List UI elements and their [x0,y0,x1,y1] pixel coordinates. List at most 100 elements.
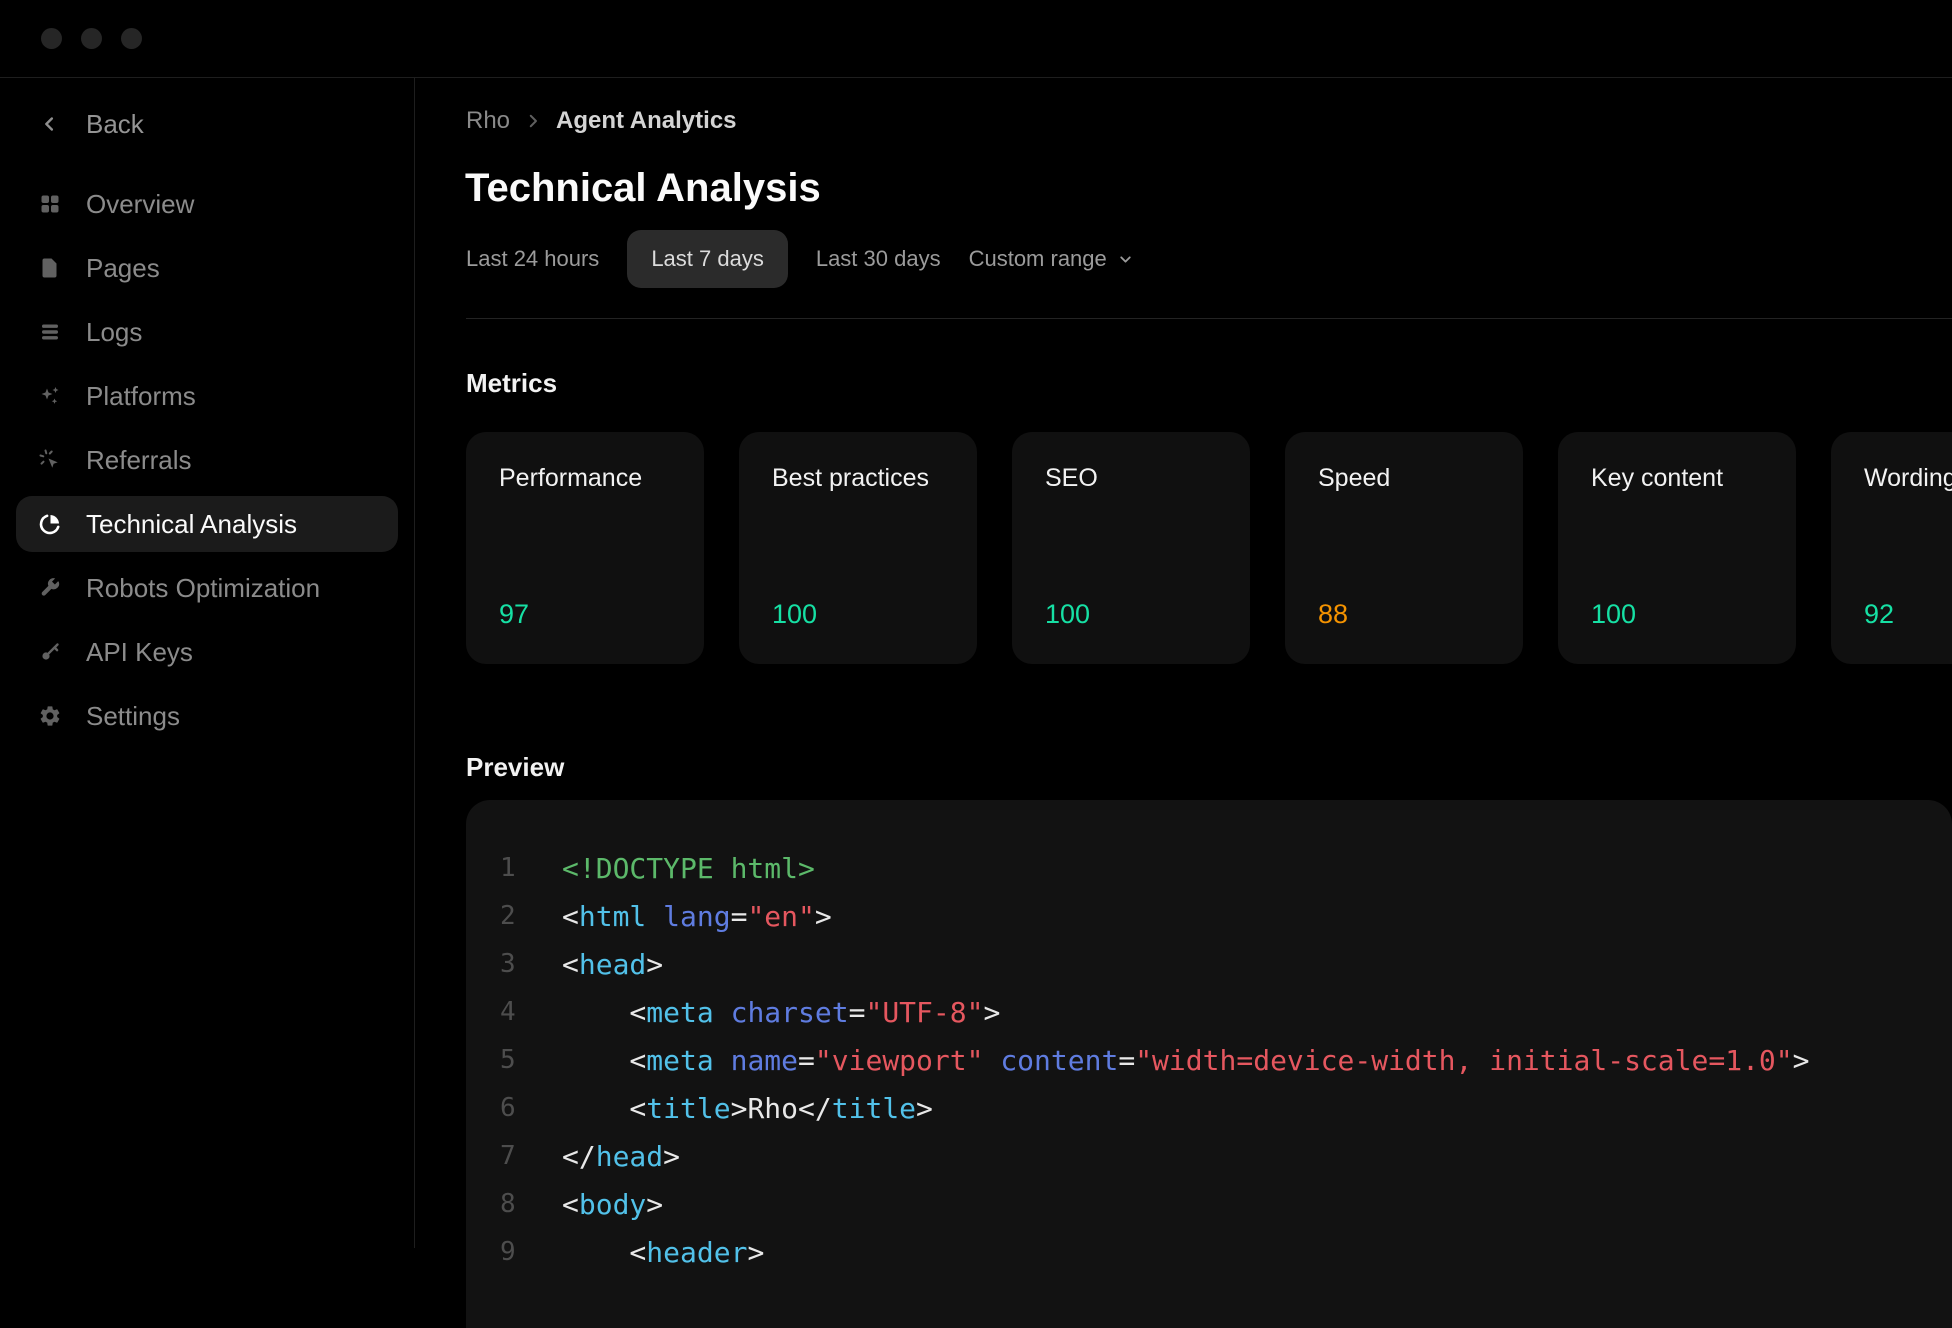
time-filter-last-7-days[interactable]: Last 7 days [627,230,788,288]
window-control-dot[interactable] [41,28,62,49]
line-number: 1 [500,853,530,883]
breadcrumb-root[interactable]: Rho [466,107,510,135]
line-number: 4 [500,997,530,1027]
line-number: 7 [500,1141,530,1171]
metric-card-label: SEO [1045,464,1098,493]
preview-heading: Preview [466,752,564,783]
metric-card-wording: Wording 92 [1831,432,1952,664]
breadcrumb: Rho Agent Analytics [466,107,737,135]
sidebar-item-logs[interactable]: Logs [16,304,398,360]
back-label: Back [86,109,144,140]
metric-card-value: 97 [499,599,529,630]
sidebar: Back Overview Pages Logs Platforms Referrals… [0,78,415,1248]
document-icon [38,256,62,280]
window-control-dot[interactable] [121,28,142,49]
chevron-right-icon [524,112,542,130]
metric-card-value: 100 [1591,599,1636,630]
code-line-source: <body> [562,1188,663,1221]
metric-card-value: 100 [772,599,817,630]
wrench-icon [38,576,62,600]
code-line-source: <meta charset="UTF-8"> [562,996,1000,1029]
gear-icon [38,704,62,728]
time-filter-tabs: Last 24 hours Last 7 days Last 30 days Cust… [466,230,1134,288]
code-line: 1 <!DOCTYPE html> [466,844,1952,892]
back-button[interactable]: Back [16,96,398,152]
sidebar-item-settings[interactable]: Settings [16,688,398,744]
chevron-left-icon [38,112,62,136]
sidebar-item-label: Logs [86,317,142,348]
code-line: 4 <meta charset="UTF-8"> [466,988,1952,1036]
metric-card-value: 100 [1045,599,1090,630]
code-line: 7 </head> [466,1132,1952,1180]
line-number: 6 [500,1093,530,1123]
line-number: 3 [500,949,530,979]
code-line-source: <head> [562,948,663,981]
code-line: 9 <header> [466,1228,1952,1276]
code-line-source: <!DOCTYPE html> [562,852,815,885]
sidebar-item-overview[interactable]: Overview [16,176,398,232]
metric-card-best-practices: Best practices100 [739,432,977,664]
pie-chart-icon [38,512,62,536]
sidebar-item-referrals[interactable]: Referrals [16,432,398,488]
section-divider [466,318,1952,319]
line-number: 9 [500,1237,530,1267]
sidebar-item-label: API Keys [86,637,193,668]
sidebar-item-technical-analysis[interactable]: Technical Analysis [16,496,398,552]
metric-card-label: Speed [1318,464,1390,493]
sidebar-item-label: Robots Optimization [86,573,320,604]
sidebar-item-robots-optimization[interactable]: Robots Optimization [16,560,398,616]
sidebar-item-label: Overview [86,189,194,220]
sidebar-item-label: Referrals [86,445,191,476]
sidebar-item-label: Technical Analysis [86,509,297,540]
code-line-source: <header> [562,1236,764,1269]
time-filter-custom-range[interactable]: Custom range [969,230,1134,288]
sidebar-item-label: Pages [86,253,160,284]
code-line: 3 <head> [466,940,1952,988]
sidebar-item-label: Platforms [86,381,196,412]
window-titlebar [0,0,1952,78]
time-filter-label: Last 7 days [651,246,764,272]
line-number: 8 [500,1189,530,1219]
metric-cards-row: Performance 97 Best practices100 SEO 100 Spee… [466,432,1952,664]
page-title: Technical Analysis [465,166,821,211]
pointer-click-icon [38,448,62,472]
code-line-source: </head> [562,1140,680,1173]
metric-card-label: Key content [1591,464,1723,493]
metric-card-value: 92 [1864,599,1894,630]
metric-card-seo: SEO 100 [1012,432,1250,664]
key-icon [38,640,62,664]
sidebar-nav: Overview Pages Logs Platforms Referrals Techn… [16,176,398,744]
app-window: { "theme": { "background": "#000000", "s… [0,0,1952,1248]
line-number: 5 [500,1045,530,1075]
sparkles-icon [38,384,62,408]
grid-icon [38,192,62,216]
metric-card-value: 88 [1318,599,1348,630]
code-line: 2 <html lang="en"> [466,892,1952,940]
sidebar-item-platforms[interactable]: Platforms [16,368,398,424]
time-filter-last-30-days[interactable]: Last 30 days [816,230,941,288]
sidebar-item-pages[interactable]: Pages [16,240,398,296]
code-line-source: <meta name="viewport" content="width=dev… [562,1044,1810,1077]
metrics-heading: Metrics [466,368,557,399]
line-number: 2 [500,901,530,931]
time-filter-label: Custom range [969,246,1107,272]
sidebar-item-label: Settings [86,701,180,732]
breadcrumb-current[interactable]: Agent Analytics [556,107,736,135]
code-line: 5 <meta name="viewport" content="width=d… [466,1036,1952,1084]
metric-card-speed: Speed 88 [1285,432,1523,664]
code-line: 6 <title>Rho</title> [466,1084,1952,1132]
code-preview-panel[interactable]: 1 <!DOCTYPE html> 2 <html lang="en"> 3 <head>… [466,800,1952,1328]
code-line-source: <html lang="en"> [562,900,832,933]
metric-card-label: Wording [1864,464,1952,493]
code-line: 8 <body> [466,1180,1952,1228]
window-control-dot[interactable] [81,28,102,49]
metric-card-label: Performance [499,464,642,493]
metric-card-key-content: Key content 100 [1558,432,1796,664]
time-filter-label: Last 24 hours [466,246,599,272]
code-line-source: <title>Rho</title> [562,1092,933,1125]
time-filter-last-24-hours[interactable]: Last 24 hours [466,230,599,288]
sidebar-item-api-keys[interactable]: API Keys [16,624,398,680]
metric-card-performance: Performance 97 [466,432,704,664]
time-filter-label: Last 30 days [816,246,941,272]
list-icon [38,320,62,344]
